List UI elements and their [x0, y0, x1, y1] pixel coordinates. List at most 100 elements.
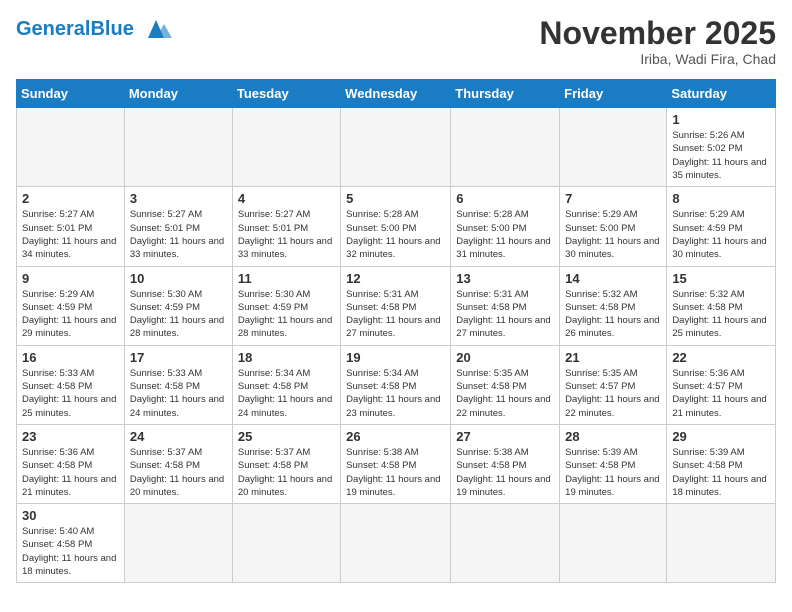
weekday-header: Sunday [17, 80, 125, 108]
day-number: 26 [346, 429, 445, 444]
day-number: 3 [130, 191, 227, 206]
logo-icon [138, 16, 174, 42]
day-number: 11 [238, 271, 335, 286]
calendar-week-row: 16 Sunrise: 5:33 AM Sunset: 4:58 PM Dayli… [17, 345, 776, 424]
weekday-header: Wednesday [341, 80, 451, 108]
day-number: 29 [672, 429, 770, 444]
day-info: Sunrise: 5:32 AM Sunset: 4:58 PM Dayligh… [672, 288, 770, 341]
calendar-day-cell: 21 Sunrise: 5:35 AM Sunset: 4:57 PM Dayli… [560, 345, 667, 424]
calendar-day-cell: 26 Sunrise: 5:38 AM Sunset: 4:58 PM Dayli… [341, 424, 451, 503]
calendar-day-cell: 17Sunrise: 5:33 AM Sunset: 4:58 PM Dayli… [124, 345, 232, 424]
day-number: 7 [565, 191, 661, 206]
calendar-day-cell: 24 Sunrise: 5:37 AM Sunset: 4:58 PM Dayli… [124, 424, 232, 503]
day-info: Sunrise: 5:28 AM Sunset: 5:00 PM Dayligh… [346, 208, 445, 261]
calendar-day-cell [124, 504, 232, 583]
logo-general: General [16, 18, 90, 40]
calendar-day-cell: 2 Sunrise: 5:27 AM Sunset: 5:01 PM Daylig… [17, 187, 125, 266]
day-number: 5 [346, 191, 445, 206]
day-number: 22 [672, 350, 770, 365]
calendar-week-row: 2 Sunrise: 5:27 AM Sunset: 5:01 PM Daylig… [17, 187, 776, 266]
calendar-day-cell [560, 108, 667, 187]
calendar-day-cell: 6Sunrise: 5:28 AM Sunset: 5:00 PM Daylig… [451, 187, 560, 266]
calendar-day-cell: 3 Sunrise: 5:27 AM Sunset: 5:01 PM Daylig… [124, 187, 232, 266]
day-number: 1 [672, 112, 770, 127]
day-info: Sunrise: 5:29 AM Sunset: 4:59 PM Dayligh… [22, 288, 119, 341]
day-number: 28 [565, 429, 661, 444]
calendar-day-cell [124, 108, 232, 187]
calendar-week-row: 23 Sunrise: 5:36 AM Sunset: 4:58 PM Dayli… [17, 424, 776, 503]
calendar-day-cell: 20Sunrise: 5:35 AM Sunset: 4:58 PM Dayli… [451, 345, 560, 424]
calendar-day-cell [560, 504, 667, 583]
day-info: Sunrise: 5:27 AM Sunset: 5:01 PM Dayligh… [238, 208, 335, 261]
calendar-day-cell: 5 Sunrise: 5:28 AM Sunset: 5:00 PM Daylig… [341, 187, 451, 266]
location: Iriba, Wadi Fira, Chad [539, 51, 776, 67]
calendar-day-cell [232, 504, 340, 583]
weekday-header: Saturday [667, 80, 776, 108]
day-info: Sunrise: 5:40 AM Sunset: 4:58 PM Dayligh… [22, 525, 119, 578]
day-number: 30 [22, 508, 119, 523]
day-number: 13 [456, 271, 554, 286]
day-number: 16 [22, 350, 119, 365]
calendar-day-cell [667, 504, 776, 583]
weekday-header: Monday [124, 80, 232, 108]
weekday-header: Thursday [451, 80, 560, 108]
day-number: 25 [238, 429, 335, 444]
day-number: 2 [22, 191, 119, 206]
calendar-day-cell: 15 Sunrise: 5:32 AM Sunset: 4:58 PM Dayli… [667, 266, 776, 345]
calendar-day-cell [341, 504, 451, 583]
day-number: 23 [22, 429, 119, 444]
day-info: Sunrise: 5:30 AM Sunset: 4:59 PM Dayligh… [238, 288, 335, 341]
calendar-day-cell [451, 108, 560, 187]
calendar-day-cell: 30 Sunrise: 5:40 AM Sunset: 4:58 PM Dayli… [17, 504, 125, 583]
day-info: Sunrise: 5:27 AM Sunset: 5:01 PM Dayligh… [130, 208, 227, 261]
calendar-table: SundayMondayTuesdayWednesdayThursdayFrid… [16, 79, 776, 583]
calendar-week-row: 9Sunrise: 5:29 AM Sunset: 4:59 PM Daylig… [17, 266, 776, 345]
calendar-day-cell: 16 Sunrise: 5:33 AM Sunset: 4:58 PM Dayli… [17, 345, 125, 424]
day-info: Sunrise: 5:31 AM Sunset: 4:58 PM Dayligh… [346, 288, 445, 341]
calendar-day-cell [341, 108, 451, 187]
title-block: November 2025 Iriba, Wadi Fira, Chad [539, 16, 776, 67]
day-info: Sunrise: 5:29 AM Sunset: 5:00 PM Dayligh… [565, 208, 661, 261]
calendar-week-row: 30 Sunrise: 5:40 AM Sunset: 4:58 PM Dayli… [17, 504, 776, 583]
day-number: 10 [130, 271, 227, 286]
calendar-day-cell: 28Sunrise: 5:39 AM Sunset: 4:58 PM Dayli… [560, 424, 667, 503]
calendar-day-cell: 25 Sunrise: 5:37 AM Sunset: 4:58 PM Dayli… [232, 424, 340, 503]
calendar-week-row: 1Sunrise: 5:26 AM Sunset: 5:02 PM Daylig… [17, 108, 776, 187]
calendar-day-cell: 7 Sunrise: 5:29 AM Sunset: 5:00 PM Daylig… [560, 187, 667, 266]
calendar-day-cell: 22Sunrise: 5:36 AM Sunset: 4:57 PM Dayli… [667, 345, 776, 424]
logo-blue: Blue [90, 18, 133, 40]
calendar-day-cell [17, 108, 125, 187]
day-info: Sunrise: 5:33 AM Sunset: 4:58 PM Dayligh… [22, 367, 119, 420]
calendar-day-cell [451, 504, 560, 583]
day-info: Sunrise: 5:35 AM Sunset: 4:57 PM Dayligh… [565, 367, 661, 420]
day-info: Sunrise: 5:36 AM Sunset: 4:58 PM Dayligh… [22, 446, 119, 499]
day-info: Sunrise: 5:37 AM Sunset: 4:58 PM Dayligh… [238, 446, 335, 499]
day-info: Sunrise: 5:37 AM Sunset: 4:58 PM Dayligh… [130, 446, 227, 499]
calendar-day-cell: 13 Sunrise: 5:31 AM Sunset: 4:58 PM Dayli… [451, 266, 560, 345]
logo-text: GeneralBlue [16, 19, 134, 39]
calendar-day-cell: 18Sunrise: 5:34 AM Sunset: 4:58 PM Dayli… [232, 345, 340, 424]
day-info: Sunrise: 5:38 AM Sunset: 4:58 PM Dayligh… [456, 446, 554, 499]
day-info: Sunrise: 5:38 AM Sunset: 4:58 PM Dayligh… [346, 446, 445, 499]
calendar-header-row: SundayMondayTuesdayWednesdayThursdayFrid… [17, 80, 776, 108]
day-info: Sunrise: 5:27 AM Sunset: 5:01 PM Dayligh… [22, 208, 119, 261]
calendar-day-cell: 8Sunrise: 5:29 AM Sunset: 4:59 PM Daylig… [667, 187, 776, 266]
calendar-day-cell: 14Sunrise: 5:32 AM Sunset: 4:58 PM Dayli… [560, 266, 667, 345]
day-number: 14 [565, 271, 661, 286]
weekday-header: Friday [560, 80, 667, 108]
calendar-day-cell: 11 Sunrise: 5:30 AM Sunset: 4:59 PM Dayli… [232, 266, 340, 345]
day-number: 6 [456, 191, 554, 206]
day-number: 21 [565, 350, 661, 365]
day-info: Sunrise: 5:34 AM Sunset: 4:58 PM Dayligh… [346, 367, 445, 420]
calendar-day-cell: 4Sunrise: 5:27 AM Sunset: 5:01 PM Daylig… [232, 187, 340, 266]
day-number: 17 [130, 350, 227, 365]
calendar-day-cell: 29 Sunrise: 5:39 AM Sunset: 4:58 PM Dayli… [667, 424, 776, 503]
day-info: Sunrise: 5:29 AM Sunset: 4:59 PM Dayligh… [672, 208, 770, 261]
calendar-day-cell: 9Sunrise: 5:29 AM Sunset: 4:59 PM Daylig… [17, 266, 125, 345]
logo: GeneralBlue [16, 16, 174, 42]
day-info: Sunrise: 5:31 AM Sunset: 4:58 PM Dayligh… [456, 288, 554, 341]
day-number: 20 [456, 350, 554, 365]
day-number: 15 [672, 271, 770, 286]
day-info: Sunrise: 5:39 AM Sunset: 4:58 PM Dayligh… [672, 446, 770, 499]
day-number: 24 [130, 429, 227, 444]
